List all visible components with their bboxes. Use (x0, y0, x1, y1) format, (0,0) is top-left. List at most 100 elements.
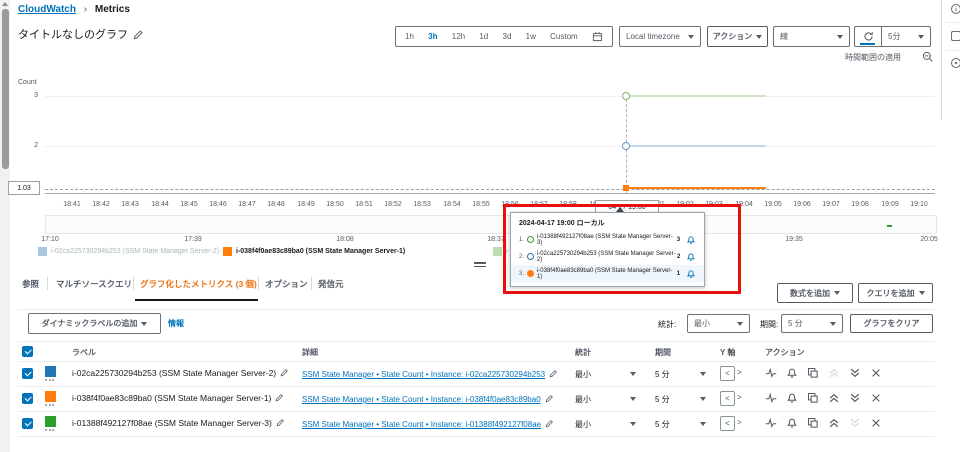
stat-dropdown-caret[interactable] (630, 397, 636, 401)
target-panel-icon[interactable] (950, 57, 960, 69)
edit-pencil-icon[interactable] (276, 418, 285, 427)
edit-pencil-icon[interactable] (545, 394, 554, 403)
info-panel-icon[interactable] (950, 3, 960, 15)
legend-item-server2[interactable]: i-02ca225730294b253 (SSM State Manager S… (38, 247, 219, 256)
tab-multi-source-query[interactable]: マルチソースクエリ (56, 278, 132, 290)
col-header-label[interactable]: ラベル (72, 347, 96, 358)
y-axis-right-button[interactable]: > (737, 393, 742, 402)
graph-type-select[interactable]: 線 (773, 26, 850, 47)
datapoint-server3[interactable] (622, 92, 630, 100)
remove-metric-icon[interactable] (870, 392, 882, 404)
tab-options[interactable]: オプション (265, 278, 308, 290)
col-header-detail[interactable]: 詳細 (302, 347, 318, 358)
range-1w[interactable]: 1w (526, 32, 536, 41)
edit-pencil-icon[interactable] (549, 369, 558, 378)
move-up-icon[interactable] (828, 392, 840, 404)
legend-item-server1[interactable]: i-038f4f0ae83c89ba0 (SSM State Manager S… (223, 247, 405, 256)
move-up-icon[interactable] (828, 417, 840, 429)
calendar-icon[interactable] (592, 31, 603, 42)
add-dynamic-label-button[interactable]: ダイナミックラベルの追加 (28, 313, 161, 334)
row-checkbox[interactable] (22, 368, 33, 379)
info-link[interactable]: 情報 (168, 318, 184, 329)
actions-button[interactable]: アクション (707, 26, 768, 47)
zoom-out-icon[interactable] (922, 51, 934, 63)
move-down-icon[interactable] (849, 392, 861, 404)
duplicate-icon[interactable] (807, 367, 819, 379)
edit-pencil-icon[interactable] (545, 419, 554, 428)
series-color-swatch[interactable] (45, 416, 56, 427)
y-axis-unit-label: Count (18, 79, 37, 86)
range-1d[interactable]: 1d (479, 32, 488, 41)
datapoint-server2[interactable] (622, 142, 630, 150)
vertical-scrollbar[interactable] (0, 0, 10, 452)
refresh-interval-select[interactable]: 5分 (882, 31, 930, 42)
series-color-swatch[interactable] (45, 391, 56, 402)
datapoint-server1[interactable] (623, 185, 629, 191)
timeline-brush[interactable] (45, 215, 937, 234)
range-3h-selected[interactable]: 3h (428, 32, 437, 41)
y-axis-right-button[interactable]: > (737, 418, 742, 427)
x-tick: 19:07 (822, 201, 840, 208)
color-picker-dots[interactable] (45, 404, 57, 406)
period-dropdown-caret[interactable] (700, 397, 706, 401)
col-header-actions[interactable]: アクション (765, 347, 805, 358)
graph-metric-icon[interactable] (765, 392, 777, 404)
move-down-icon[interactable] (849, 367, 861, 379)
row-stat-value: 最小 (575, 395, 591, 404)
y-axis-right-button[interactable]: > (737, 368, 742, 377)
range-custom[interactable]: Custom (550, 32, 578, 41)
create-alarm-icon[interactable] (786, 367, 798, 379)
graph-metric-icon[interactable] (765, 367, 777, 379)
metric-detail-link[interactable]: SSM State Manager • State Count • Instan… (302, 419, 554, 429)
panel-resize-handle[interactable] (474, 262, 486, 268)
series-line-server1 (626, 187, 766, 189)
graph-metric-icon[interactable] (765, 417, 777, 429)
scrollbar-up-arrow[interactable] (2, 2, 8, 6)
edit-pencil-icon[interactable] (275, 393, 284, 402)
duplicate-icon[interactable] (807, 392, 819, 404)
row-checkbox[interactable] (22, 418, 33, 429)
refresh-button[interactable] (855, 27, 882, 46)
add-query-button[interactable]: クエリを追加 (858, 283, 933, 303)
period-dropdown-caret[interactable] (700, 422, 706, 426)
tab-source[interactable]: 発信元 (318, 278, 344, 290)
tab-graphed-metrics[interactable]: グラフ化したメトリクス (3 個) (140, 278, 257, 290)
remove-metric-icon[interactable] (870, 417, 882, 429)
period-select[interactable]: 5 分 (781, 314, 843, 333)
col-header-period[interactable]: 期間 (655, 347, 671, 358)
create-alarm-icon[interactable] (786, 392, 798, 404)
clear-graph-button[interactable]: グラフをクリア (850, 314, 933, 333)
period-dropdown-caret[interactable] (700, 372, 706, 376)
breadcrumb-cloudwatch-link[interactable]: CloudWatch (18, 4, 76, 15)
stat-dropdown-caret[interactable] (630, 422, 636, 426)
range-1h[interactable]: 1h (405, 32, 414, 41)
x-tick: 18:55 (472, 201, 490, 208)
y-axis-left-button[interactable]: < (720, 391, 735, 406)
stat-dropdown-caret[interactable] (630, 372, 636, 376)
edit-title-pencil-icon[interactable] (133, 29, 144, 40)
add-math-button[interactable]: 数式を追加 (777, 283, 853, 303)
metric-detail-link[interactable]: SSM State Manager • State Count • Instan… (302, 369, 558, 379)
color-picker-dots[interactable] (45, 429, 57, 431)
color-picker-dots[interactable] (45, 379, 57, 381)
timezone-select[interactable]: Local timezone (619, 26, 701, 47)
duplicate-icon[interactable] (807, 417, 819, 429)
row-checkbox[interactable] (22, 393, 33, 404)
select-all-checkbox[interactable] (22, 346, 33, 357)
range-3d[interactable]: 3d (503, 32, 512, 41)
remove-metric-icon[interactable] (870, 367, 882, 379)
side-panel-icon[interactable] (950, 30, 960, 42)
y-axis-left-button[interactable]: < (720, 366, 735, 381)
tab-browse[interactable]: 参照 (22, 278, 39, 290)
stat-select[interactable]: 最小 (687, 314, 750, 333)
create-alarm-icon[interactable] (786, 417, 798, 429)
range-12h[interactable]: 12h (452, 32, 465, 41)
apply-time-range-label[interactable]: 時間範囲の適用 (845, 52, 901, 63)
series-color-swatch[interactable] (45, 366, 56, 377)
y-axis-left-button[interactable]: < (720, 416, 735, 431)
col-header-stat[interactable]: 統計 (575, 347, 591, 358)
scrollbar-thumb[interactable] (1, 9, 9, 169)
metric-detail-link[interactable]: SSM State Manager • State Count • Instan… (302, 394, 554, 404)
col-header-yaxis[interactable]: Y 軸 (720, 347, 735, 358)
edit-pencil-icon[interactable] (280, 368, 289, 377)
